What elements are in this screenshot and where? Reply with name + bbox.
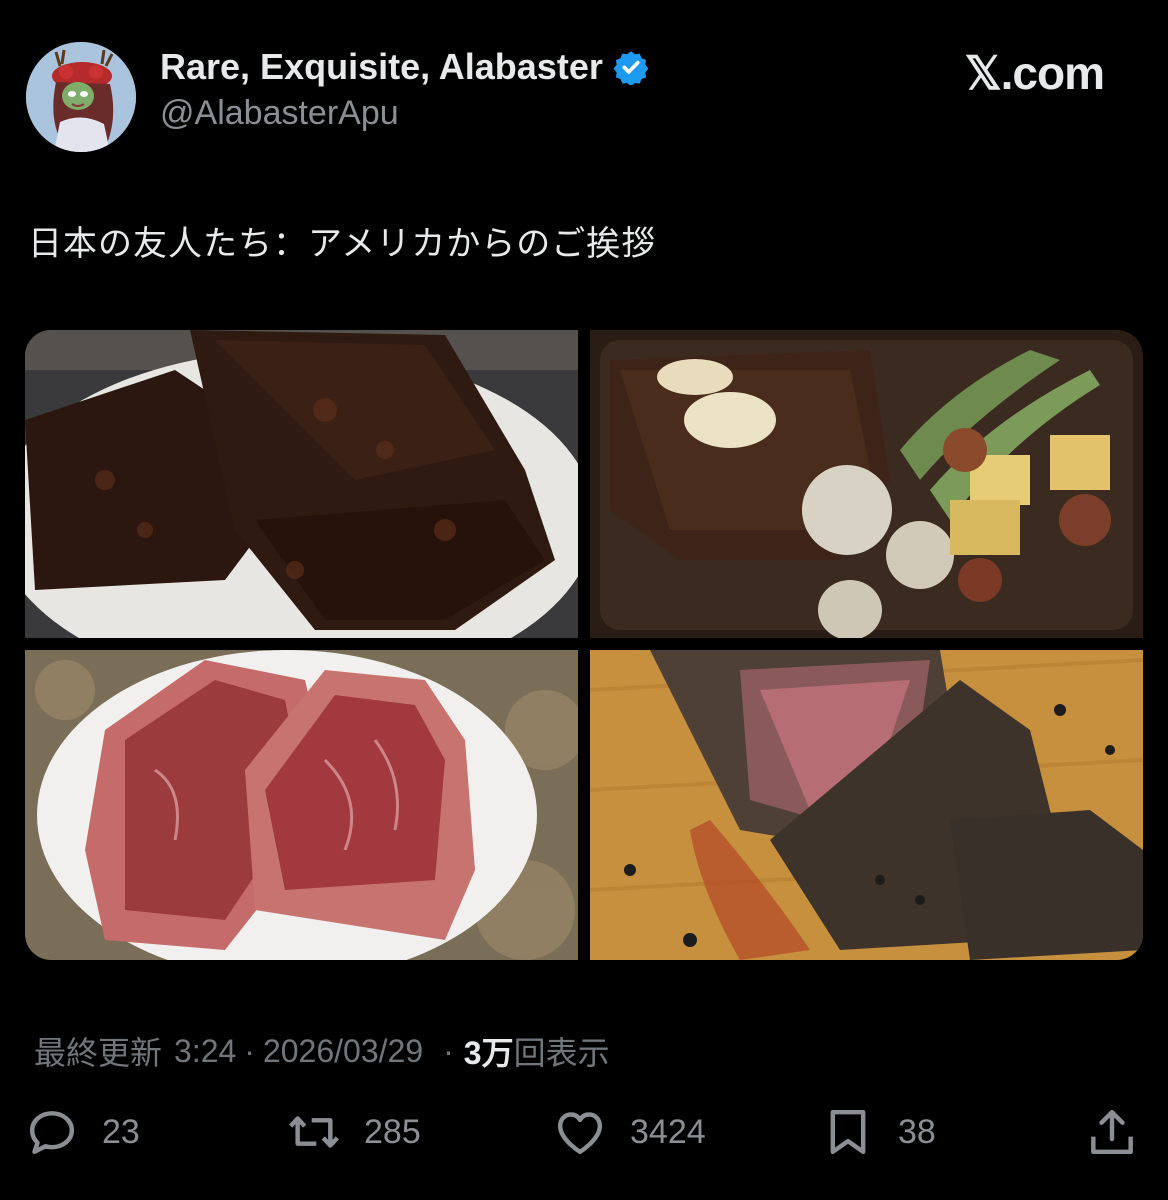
updated-label: 最終更新: [34, 1035, 163, 1071]
raw-steaks-plate-photo[interactable]: [25, 650, 578, 960]
share-icon: [1091, 1109, 1133, 1155]
bookmark-button[interactable]: 38: [820, 1104, 936, 1160]
like-count: 3424: [630, 1112, 706, 1151]
handle[interactable]: @AlabasterApu: [160, 94, 399, 133]
post-text: 日本の友人たち：アメリカからのご挨拶: [28, 224, 657, 264]
avatar-illustration: [26, 42, 136, 152]
reply-icon: [29, 1111, 75, 1155]
repost-count: 285: [364, 1112, 421, 1151]
repost-icon: [289, 1116, 339, 1148]
bookmark-icon: [830, 1109, 866, 1155]
repost-button[interactable]: 285: [286, 1104, 421, 1160]
reply-count: 23: [102, 1112, 140, 1151]
heart-icon: [557, 1112, 603, 1155]
reply-button[interactable]: 23: [24, 1104, 140, 1160]
bbq-ribs-photo[interactable]: [25, 330, 578, 638]
meta-separator: ·: [443, 1032, 454, 1069]
post-time[interactable]: 3:24: [174, 1033, 236, 1070]
bookmark-count: 38: [898, 1112, 936, 1151]
media-grid: [25, 330, 1143, 960]
share-button[interactable]: [1084, 1104, 1140, 1160]
name-row: Rare, Exquisite, Alabaster: [160, 46, 649, 88]
views-label: 回表示: [513, 1035, 610, 1071]
sliced-roast-beef-photo[interactable]: [590, 650, 1143, 960]
post-header: Rare, Exquisite, Alabaster @AlabasterApu…: [26, 38, 1146, 152]
post-meta: 最終更新 3:24 · 2026/03/29 · 3万 回表示: [34, 1028, 610, 1074]
grilled-steak-board-photo[interactable]: [590, 330, 1143, 638]
like-button[interactable]: 3424: [552, 1104, 706, 1160]
views-count: 3万: [463, 1035, 514, 1071]
meta-separator: ·: [244, 1032, 255, 1069]
action-bar: 23 285 3424 38: [24, 1104, 1144, 1168]
avatar[interactable]: [26, 42, 136, 152]
site-label: 𝕏.com: [964, 47, 1105, 99]
display-name[interactable]: Rare, Exquisite, Alabaster: [160, 46, 603, 88]
post-date[interactable]: 2026/03/29: [263, 1033, 423, 1070]
verified-badge-icon: [613, 51, 649, 85]
